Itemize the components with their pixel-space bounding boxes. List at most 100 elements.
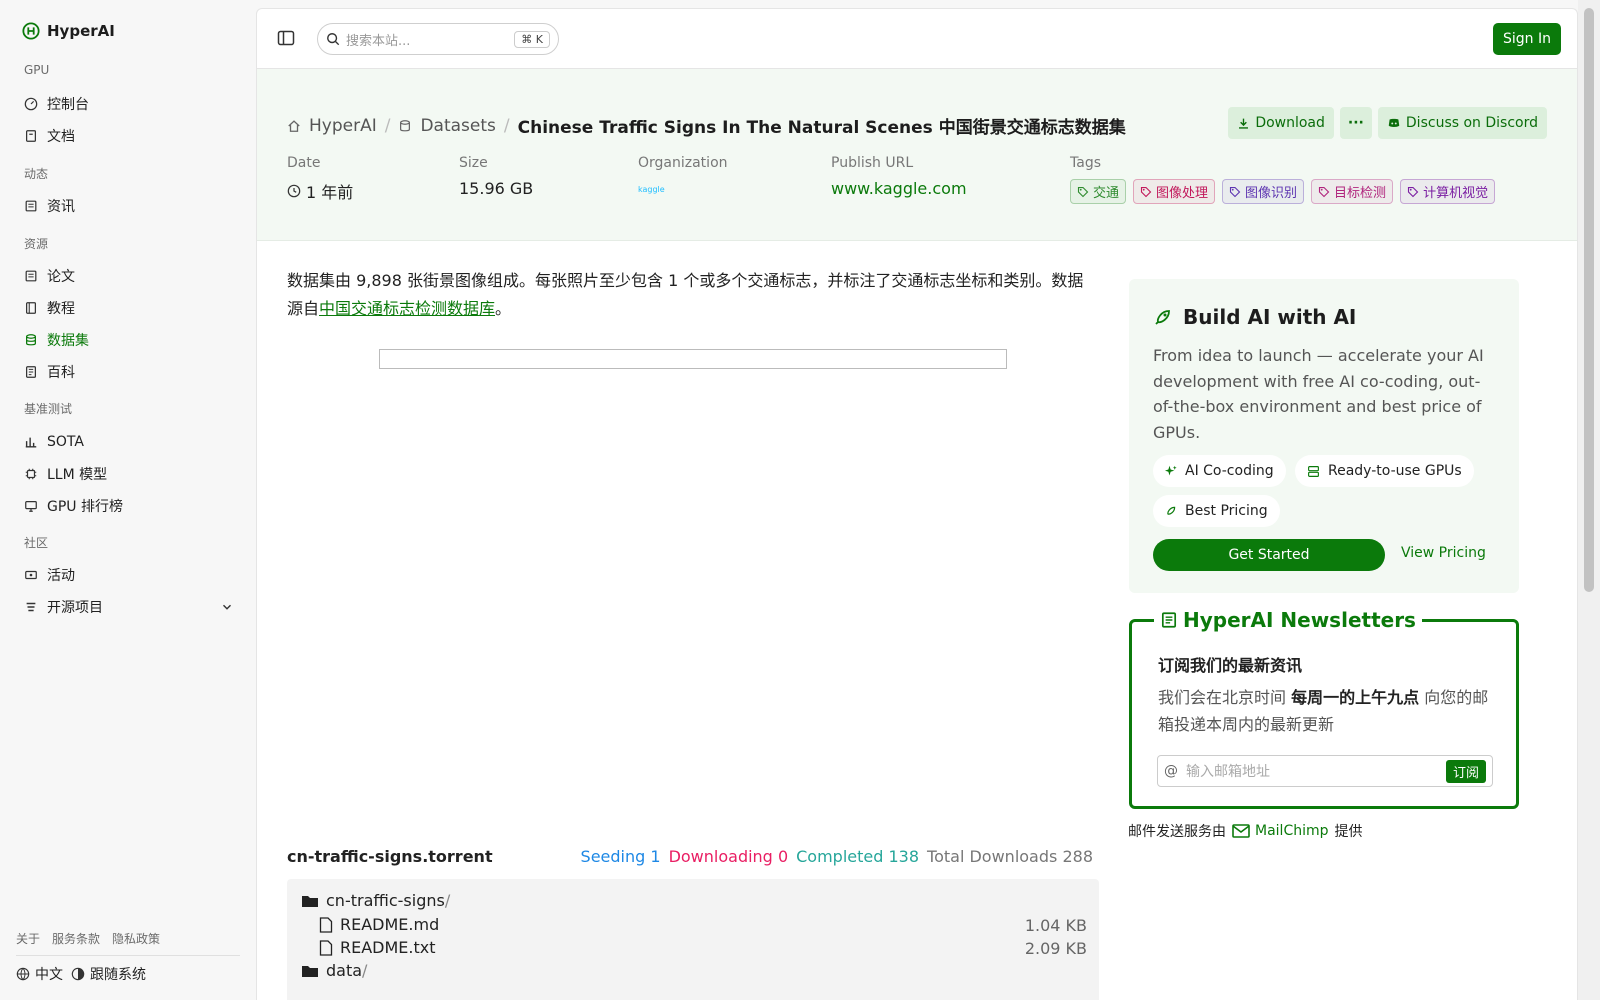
tag-icon	[1408, 186, 1419, 197]
get-started-button[interactable]: Get Started	[1153, 539, 1385, 571]
file-row[interactable]: README.txt	[319, 938, 436, 957]
meta-label: Organization	[638, 155, 728, 171]
sidebar-item-tutorials[interactable]: 教程	[24, 296, 234, 320]
total-downloads-stat: Total Downloads 288	[927, 847, 1093, 866]
breadcrumb-separator: /	[503, 115, 510, 136]
view-pricing-link[interactable]: View Pricing	[1401, 545, 1486, 561]
newsletter-text: 我们会在北京时间 每周一的上午九点 向您的邮箱投递本周内的最新更新	[1158, 684, 1498, 738]
file-row[interactable]: data/	[301, 961, 367, 980]
sidebar-item-docs[interactable]: 文档	[24, 124, 234, 148]
scrollbar-thumb[interactable]	[1584, 8, 1594, 592]
sidebar-item-label: LLM 模型	[47, 467, 108, 483]
tag-chip[interactable]: 计算机视觉	[1400, 179, 1496, 204]
discord-button[interactable]: Discuss on Discord	[1377, 107, 1547, 139]
sidebar-item-llm[interactable]: LLM 模型	[24, 462, 234, 486]
sidebar-item-label: GPU 排行榜	[47, 499, 123, 515]
discord-label: Discuss on Discord	[1405, 115, 1538, 131]
sidebar-item-sota[interactable]: SOTA	[24, 430, 234, 454]
mail-note-prefix: 邮件发送服务由	[1128, 824, 1226, 840]
privacy-link[interactable]: 隐私政策	[112, 930, 160, 947]
book-icon	[26, 130, 36, 142]
search-icon	[327, 33, 340, 46]
shortcut-key: ⌘ K	[514, 30, 550, 48]
sidebar-item-news[interactable]: 资讯	[24, 194, 234, 218]
ticket-icon	[25, 570, 37, 580]
meta-date: Date 1 年前	[287, 155, 353, 203]
about-link[interactable]: 关于	[16, 930, 40, 947]
tag-label: 目标检测	[1334, 186, 1387, 201]
header-actions: Download ··· Discuss on Discord	[1228, 107, 1547, 139]
sidebar-footer-links: 关于 服务条款 隐私政策	[16, 930, 160, 947]
sign-in-button[interactable]: Sign In	[1493, 23, 1561, 55]
sidebar-item-label: 数据集	[47, 333, 89, 349]
chevron-down-icon[interactable]	[220, 600, 234, 614]
shortcut-key-label: K	[535, 32, 543, 46]
search-input[interactable]: 搜索本站... ⌘ K	[317, 23, 559, 55]
nav-section-benchmarks: 基准测试	[24, 402, 73, 416]
meta-label: Date	[287, 155, 321, 171]
nav-section-community: 社区	[24, 536, 49, 550]
completed-stat: Completed 138	[796, 847, 919, 866]
terms-link[interactable]: 服务条款	[52, 930, 100, 947]
sidebar-item-console[interactable]: 控制台	[24, 92, 234, 116]
language-switch[interactable]: 中文	[16, 964, 63, 984]
file-row[interactable]: cn-traffic-signs/	[301, 891, 450, 910]
sidebar-toggle-icon[interactable]	[277, 29, 295, 47]
downloading-count: 0	[777, 847, 789, 866]
sidebar-item-label: 活动	[47, 568, 75, 584]
source-link[interactable]: 中国交通标志检测数据库	[319, 299, 495, 318]
sidebar-item-wiki[interactable]: 百科	[24, 360, 234, 384]
sidebar-item-open-source[interactable]: 开源项目	[24, 595, 234, 619]
sidebar-item-gpu-ranking[interactable]: GPU 排行榜	[24, 494, 234, 518]
page-scrollbar[interactable]	[1578, 0, 1600, 1000]
mail-service-note: 邮件发送服务由 MailChimp 提供	[1128, 821, 1363, 841]
pill-ai-coding: AI Co-coding	[1153, 455, 1286, 487]
meta-label: Tags	[1070, 155, 1101, 171]
tag-chip[interactable]: 目标检测	[1311, 179, 1394, 204]
more-button[interactable]: ···	[1339, 107, 1372, 139]
sidebar-divider	[16, 955, 240, 956]
hyperai-logo-icon	[22, 22, 40, 40]
tag-icon	[1318, 186, 1330, 197]
tag-chip[interactable]: 交通	[1070, 179, 1127, 204]
sidebar-item-label: 百科	[47, 365, 75, 381]
file-row[interactable]: README.md	[319, 915, 439, 934]
monitor-icon	[25, 501, 37, 512]
broken-image-placeholder	[379, 349, 1007, 369]
pill-gpus: Ready-to-use GPUs	[1295, 455, 1474, 487]
tag-list: 交通 图像处理 图像识别 目标检测 计算机视觉	[1070, 179, 1496, 204]
breadcrumb-home[interactable]: HyperAI	[309, 116, 377, 136]
chip-icon	[25, 468, 37, 480]
seeding-count: 1	[650, 847, 661, 866]
download-button[interactable]: Download	[1228, 107, 1334, 139]
main-panel: 搜索本站... ⌘ K Sign In HyperAI / Datasets /…	[256, 8, 1578, 1000]
email-field[interactable]: @ 输入邮箱地址 订阅	[1157, 755, 1493, 787]
sidebar-item-papers[interactable]: 论文	[24, 264, 234, 288]
brand-logo[interactable]: HyperAI	[22, 22, 115, 40]
kaggle-logo[interactable]: kaggle	[638, 179, 728, 199]
file-name: README.md	[340, 915, 440, 934]
size-value: 15.96 GB	[459, 179, 534, 198]
gauge-icon	[24, 97, 38, 111]
completed-count: 138	[888, 847, 920, 866]
torrent-name: cn-traffic-signs.torrent	[287, 847, 493, 866]
downloading-stat: Downloading 0	[669, 847, 789, 866]
sidebar-item-datasets[interactable]: 数据集	[24, 328, 234, 352]
sidebar-item-label: 教程	[47, 301, 75, 317]
tag-chip[interactable]: 图像识别	[1222, 179, 1305, 204]
build-ai-card: Build AI with AI From idea to launch — a…	[1129, 279, 1519, 593]
theme-switch[interactable]: 跟随系统	[71, 964, 146, 984]
meta-tags: Tags 交通 图像处理 图像识别 目标检测 计算机视觉	[1070, 155, 1496, 204]
sidebar: HyperAI GPU 控制台 文档 动态 资讯 资源 论文 教程 数据集 百科…	[0, 0, 255, 1000]
breadcrumb: HyperAI / Datasets / Chinese Traffic Sig…	[287, 113, 1126, 138]
sidebar-item-events[interactable]: 活动	[24, 563, 234, 587]
mail-icon	[1232, 824, 1250, 838]
subscribe-button[interactable]: 订阅	[1445, 759, 1486, 783]
tag-chip[interactable]: 图像处理	[1133, 179, 1216, 204]
mailchimp-link[interactable]: MailChimp	[1232, 823, 1329, 839]
publish-url-link[interactable]: www.kaggle.com	[831, 179, 967, 198]
breadcrumb-datasets[interactable]: Datasets	[420, 116, 495, 136]
rocket-icon	[1167, 506, 1176, 515]
tag-label: 图像识别	[1245, 186, 1298, 201]
pill-label: Ready-to-use GPUs	[1328, 463, 1462, 479]
